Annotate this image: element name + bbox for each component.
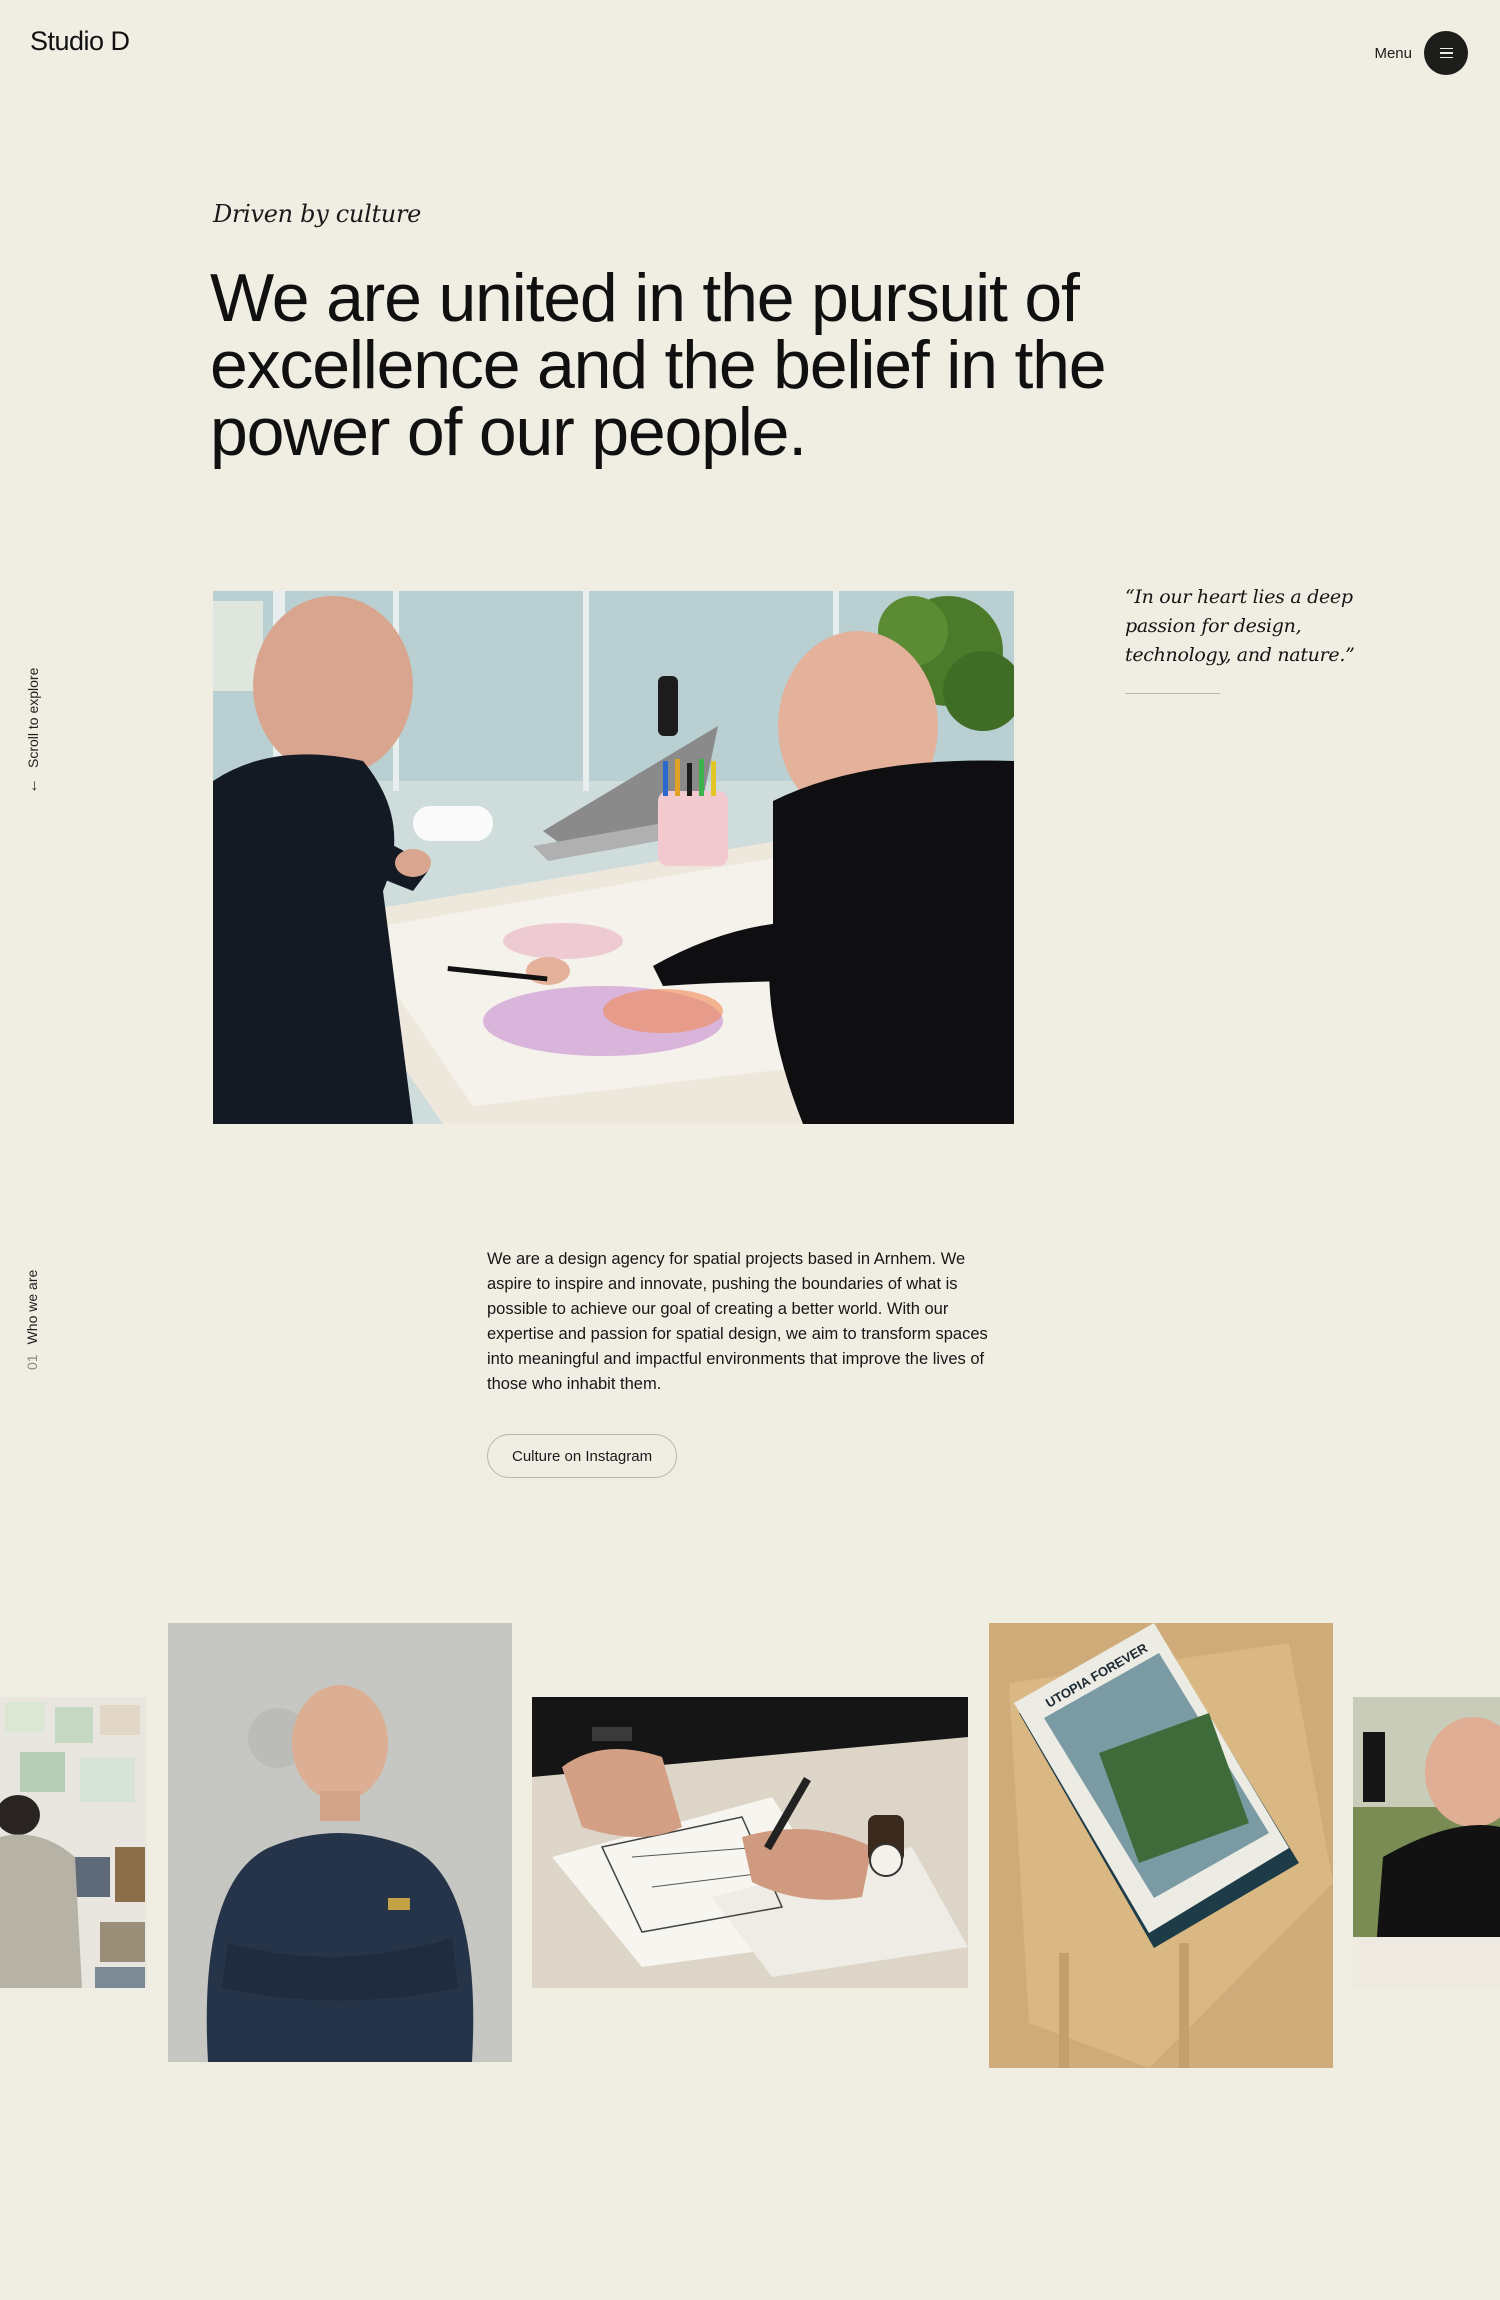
page: Studio D Menu ← Scroll to explore 01 Who… <box>0 0 1500 2300</box>
scroll-indicator: ← Scroll to explore <box>24 668 42 794</box>
hero-headline: We are united in the pursuit of excellen… <box>210 260 1107 470</box>
section-label: Who we are <box>24 1269 40 1345</box>
scroll-label: Scroll to explore <box>25 667 41 768</box>
gallery-photo-desk <box>1353 1697 1500 1988</box>
pull-quote: “In our heart lies a deep passion for de… <box>1125 586 1355 666</box>
gallery-photo-sketching <box>532 1697 968 1988</box>
quote-divider <box>1125 693 1220 694</box>
arrow-left-icon: ← <box>24 778 41 794</box>
hamburger-icon[interactable] <box>1424 31 1468 75</box>
menu-label[interactable]: Menu <box>1374 45 1412 62</box>
section-indicator: 01 Who we are <box>24 1270 40 1370</box>
section-number: 01 <box>24 1354 40 1370</box>
instagram-button[interactable]: Culture on Instagram <box>487 1434 678 1478</box>
gallery-photo-portrait <box>168 1623 512 2062</box>
hero-kicker: Driven by culture <box>213 200 422 228</box>
hero-photo <box>213 591 1014 1124</box>
logo[interactable]: Studio D <box>30 26 130 57</box>
gallery-photo-moodboard <box>0 1697 147 1988</box>
gallery-photo-book: UTOPIA FOREVER <box>989 1623 1333 2068</box>
menu-toggle[interactable]: Menu <box>1374 31 1468 75</box>
about-text: We are a design agency for spatial proje… <box>487 1250 988 1393</box>
